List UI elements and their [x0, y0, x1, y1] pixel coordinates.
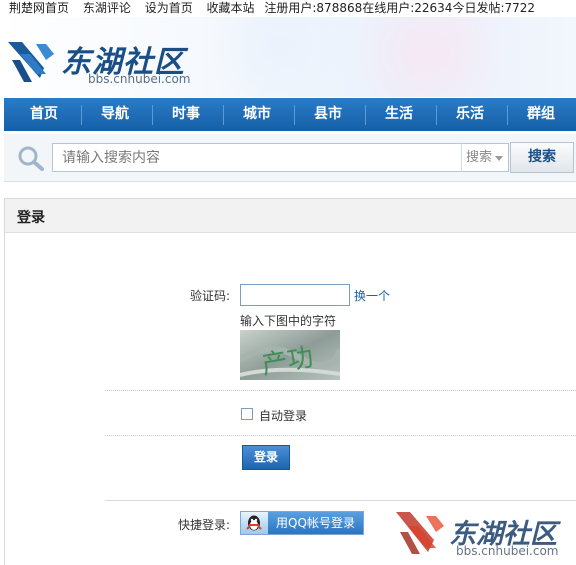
logo-url: bbs.cnhubei.com	[88, 72, 191, 86]
qq-penguin-icon	[246, 515, 262, 531]
captcha-image[interactable]: 产功	[240, 330, 340, 380]
login-panel-header: 登录	[5, 199, 576, 233]
divider	[105, 390, 576, 391]
login-button[interactable]: 登录	[242, 445, 290, 470]
link-bookmark-site[interactable]: 收藏本站	[207, 1, 255, 15]
nav-item-navigation[interactable]: 导航	[85, 98, 145, 131]
login-panel: 登录	[4, 198, 576, 565]
page-title: 登录	[17, 210, 45, 226]
site-stats: 注册用户:878868在线用户:22634今日发帖:7722	[264, 1, 536, 15]
auto-login-checkbox[interactable]	[241, 408, 253, 420]
main-nav: 首页 导航 时事 城市 县市 生活 乐活 群组	[4, 98, 576, 131]
search-bar: 请输入搜索内容 搜索 搜索	[4, 134, 576, 182]
nav-item-current-affairs[interactable]: 时事	[156, 98, 216, 131]
auto-login-label[interactable]: 自动登录	[259, 407, 307, 424]
link-set-homepage[interactable]: 设为首页	[145, 1, 193, 15]
qq-login-label: 用QQ帐号登录	[268, 512, 363, 534]
divider	[105, 435, 576, 436]
divider	[105, 500, 576, 501]
link-donghu-comment[interactable]: 东湖评论	[83, 1, 131, 15]
nav-item-leisure[interactable]: 乐活	[440, 98, 500, 131]
top-bar: 荆楚网首页 东湖评论 设为首页 收藏本站 注册用户:878868在线用户:226…	[0, 0, 576, 17]
nav-item-county[interactable]: 县市	[298, 98, 358, 131]
link-cnhubei-home[interactable]: 荆楚网首页	[9, 1, 69, 15]
chevron-down-icon	[495, 156, 503, 161]
nav-item-city[interactable]: 城市	[227, 98, 287, 131]
site-header: 东湖社区 bbs.cnhubei.com	[0, 17, 576, 97]
qq-login-button[interactable]: 用QQ帐号登录	[240, 511, 364, 535]
watermark-logo-icon	[396, 512, 444, 554]
captcha-input[interactable]	[240, 284, 350, 306]
watermark-url: bbs.cnhubei.com	[456, 544, 559, 558]
nav-item-life[interactable]: 生活	[369, 98, 429, 131]
search-icon	[18, 146, 44, 171]
search-button[interactable]: 搜索	[510, 142, 574, 173]
captcha-label: 验证码:	[189, 289, 230, 303]
change-captcha-link[interactable]: 换一个	[354, 287, 390, 304]
quick-login-label: 快捷登录:	[177, 518, 230, 532]
nav-item-groups[interactable]: 群组	[511, 98, 571, 131]
nav-item-home[interactable]: 首页	[14, 98, 74, 131]
search-scope-label: 搜索	[466, 150, 493, 165]
captcha-hint: 输入下图中的字符	[240, 314, 337, 328]
search-scope-select[interactable]: 搜索	[461, 143, 509, 172]
search-input[interactable]: 请输入搜索内容	[52, 143, 463, 172]
logo-mark-icon[interactable]	[6, 38, 58, 86]
